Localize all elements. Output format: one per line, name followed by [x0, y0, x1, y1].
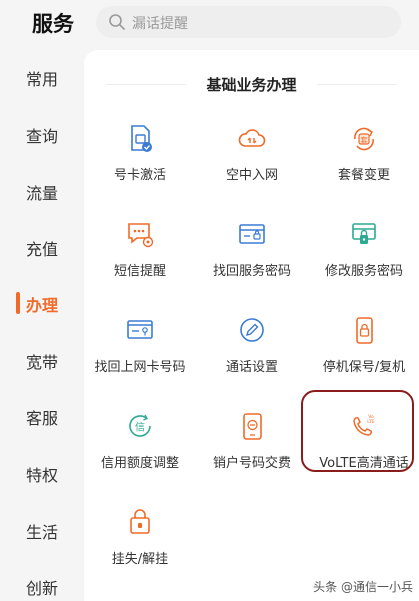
sidebar-item-innovation[interactable]: 创新 [0, 575, 84, 599]
section-title-text: 基础业务办理 [206, 76, 297, 94]
tile-label: 信用额度调整 [100, 456, 179, 471]
tile-label: 修改服务密码 [324, 264, 403, 279]
tile-call-settings[interactable]: 通话设置 [196, 316, 308, 396]
sim-activate-icon [131, 125, 152, 152]
tile-sms-reminder[interactable]: 短信提醒 [84, 220, 196, 300]
tile-label: 短信提醒 [113, 264, 166, 279]
tile-label: 空中入网 [225, 168, 278, 183]
tile-recover-datacard-number[interactable]: 找回上网卡号码 [84, 316, 196, 396]
tile-closed-account-payment[interactable]: 销户号码交费 [196, 412, 308, 492]
title-divider-left [106, 84, 186, 85]
watermark: 头条 @通信一小兵 [313, 580, 413, 594]
sms-settings-icon [128, 223, 154, 248]
sidebar-item-privilege[interactable]: 特权 [0, 462, 84, 486]
tile-suspend-resume[interactable]: 停机保号/复机 [308, 316, 419, 396]
tile-credit-adjust[interactable]: 信 信用额度调整 [84, 412, 196, 492]
tile-label: 号卡激活 [113, 168, 166, 183]
svg-text:套: 套 [361, 135, 368, 144]
search-bar[interactable]: 漏话提醒 [96, 6, 401, 38]
sidebar-item-data[interactable]: 流量 [0, 180, 84, 204]
pencil-icon [240, 318, 264, 342]
tile-report-loss[interactable]: 挂失/解挂 [84, 508, 196, 588]
tile-label: 挂失/解挂 [111, 552, 169, 567]
password-card-icon [239, 224, 265, 244]
tile-label: 找回上网卡号码 [94, 360, 186, 375]
tile-label: 停机保号/复机 [322, 360, 406, 375]
sidebar-item-service[interactable]: 客服 [0, 405, 84, 429]
cloud-icon [238, 129, 266, 147]
tile-label: 通话设置 [225, 360, 278, 375]
tile-change-password[interactable]: 修改服务密码 [308, 220, 419, 300]
sidebar-item-handle[interactable]: 办理 [0, 292, 84, 316]
lock-card-icon [352, 223, 376, 244]
lock-icon [130, 509, 150, 534]
phone-cancel-icon [243, 413, 262, 440]
sidebar: 服务 常用 查询 流量 充值 办理 宽带 客服 特权 生活 创新 [0, 0, 84, 601]
credit-icon: 信 [129, 414, 151, 437]
section-title: 基础业务办理 [84, 74, 419, 95]
highlight-box [301, 390, 414, 472]
search-placeholder: 漏话提醒 [132, 16, 188, 32]
title-divider-right [317, 84, 397, 85]
sidebar-title: 服务 [32, 12, 74, 36]
data-card-icon [127, 320, 153, 339]
sidebar-item-common[interactable]: 常用 [0, 66, 84, 90]
sidebar-item-life[interactable]: 生活 [0, 519, 84, 543]
phone-lock-icon [356, 317, 373, 344]
tile-air-network[interactable]: 空中入网 [196, 124, 308, 204]
tile-recover-password[interactable]: 找回服务密码 [196, 220, 308, 300]
plan-change-icon: 套 [354, 127, 374, 151]
tile-label: 找回服务密码 [212, 264, 291, 279]
search-icon [109, 14, 125, 30]
sidebar-item-broadband[interactable]: 宽带 [0, 349, 84, 373]
sidebar-item-recharge[interactable]: 充值 [0, 236, 84, 260]
svg-text:信: 信 [135, 422, 145, 434]
tile-plan-change[interactable]: 套 套餐变更 [308, 124, 419, 204]
sidebar-item-query[interactable]: 查询 [0, 123, 84, 147]
tile-label: 销户号码交费 [212, 456, 291, 471]
tile-label: 套餐变更 [337, 168, 390, 183]
tile-sim-activate[interactable]: 号卡激活 [84, 124, 196, 204]
